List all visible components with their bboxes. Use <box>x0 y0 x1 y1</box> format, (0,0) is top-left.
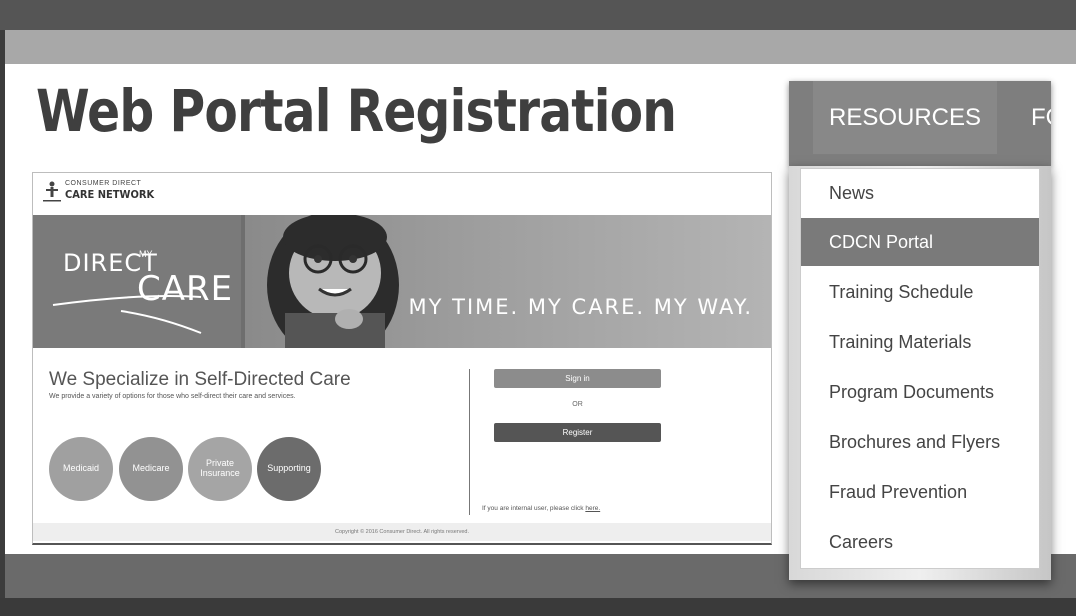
cdcn-logo[interactable]: CONSUMER DIRECT CARE NETWORK <box>39 180 199 206</box>
medicare-circle[interactable]: Medicare <box>119 437 183 501</box>
menu-item-cdcn-portal[interactable]: CDCN Portal <box>801 218 1039 266</box>
nav-item-resources[interactable]: RESOURCES <box>813 81 997 154</box>
slide-header-strip <box>5 30 1076 64</box>
internal-user-link[interactable]: here. <box>585 505 600 512</box>
logo-swoosh-icon <box>52 295 202 334</box>
logo-text-small: CONSUMER DIRECT <box>65 180 142 187</box>
portal-banner: DIRECT MY CARE MY TIME. MY CARE. MY WAY. <box>33 215 771 348</box>
menu-item-fraud-prevention[interactable]: Fraud Prevention <box>801 468 1039 516</box>
directmycare-logo: DIRECT MY CARE <box>33 215 241 348</box>
private-insurance-circle[interactable]: Private Insurance <box>188 437 252 501</box>
column-divider <box>469 369 470 515</box>
brand-my-text: MY <box>139 249 153 259</box>
menu-item-program-documents[interactable]: Program Documents <box>801 368 1039 416</box>
banner-tagline: MY TIME. MY CARE. MY WAY. <box>408 295 753 319</box>
resources-dropdown-menu: News CDCN Portal Training Schedule Train… <box>800 168 1040 569</box>
portal-subheading: We provide a variety of options for thos… <box>49 393 296 400</box>
portal-heading: We Specialize in Self-Directed Care <box>49 369 351 390</box>
sign-in-button[interactable]: Sign in <box>494 369 661 388</box>
medicaid-circle[interactable]: Medicaid <box>49 437 113 501</box>
menu-item-training-materials[interactable]: Training Materials <box>801 318 1039 366</box>
child-photo: MY TIME. MY CARE. MY WAY. <box>245 215 771 348</box>
menu-item-news[interactable]: News <box>801 169 1039 217</box>
nav-item-next[interactable]: FO <box>1031 81 1051 154</box>
internal-user-label: If you are internal user, please click <box>482 505 584 512</box>
child-photo-image <box>267 215 399 348</box>
logo-text-big: CARE NETWORK <box>65 188 155 201</box>
logo-figure-icon <box>43 181 61 202</box>
menu-item-training-schedule[interactable]: Training Schedule <box>801 268 1039 316</box>
menu-item-careers[interactable]: Careers <box>801 518 1039 566</box>
frame-top-bar <box>0 0 1076 30</box>
or-separator: OR <box>572 401 583 408</box>
frame-bottom-bar <box>0 598 1076 616</box>
supporting-circle[interactable]: Supporting <box>257 437 321 501</box>
slide-title: Web Portal Registration <box>36 77 677 145</box>
site-nav-bar: RESOURCES FO <box>789 81 1051 166</box>
menu-item-brochures-and-flyers[interactable]: Brochures and Flyers <box>801 418 1039 466</box>
register-button[interactable]: Register <box>494 423 661 442</box>
portal-screenshot: CONSUMER DIRECT CARE NETWORK DIRECT MY C… <box>32 172 772 545</box>
portal-copyright: Copyright © 2016 Consumer Direct. All ri… <box>33 523 771 541</box>
internal-user-text: If you are internal user, please click h… <box>482 505 600 512</box>
